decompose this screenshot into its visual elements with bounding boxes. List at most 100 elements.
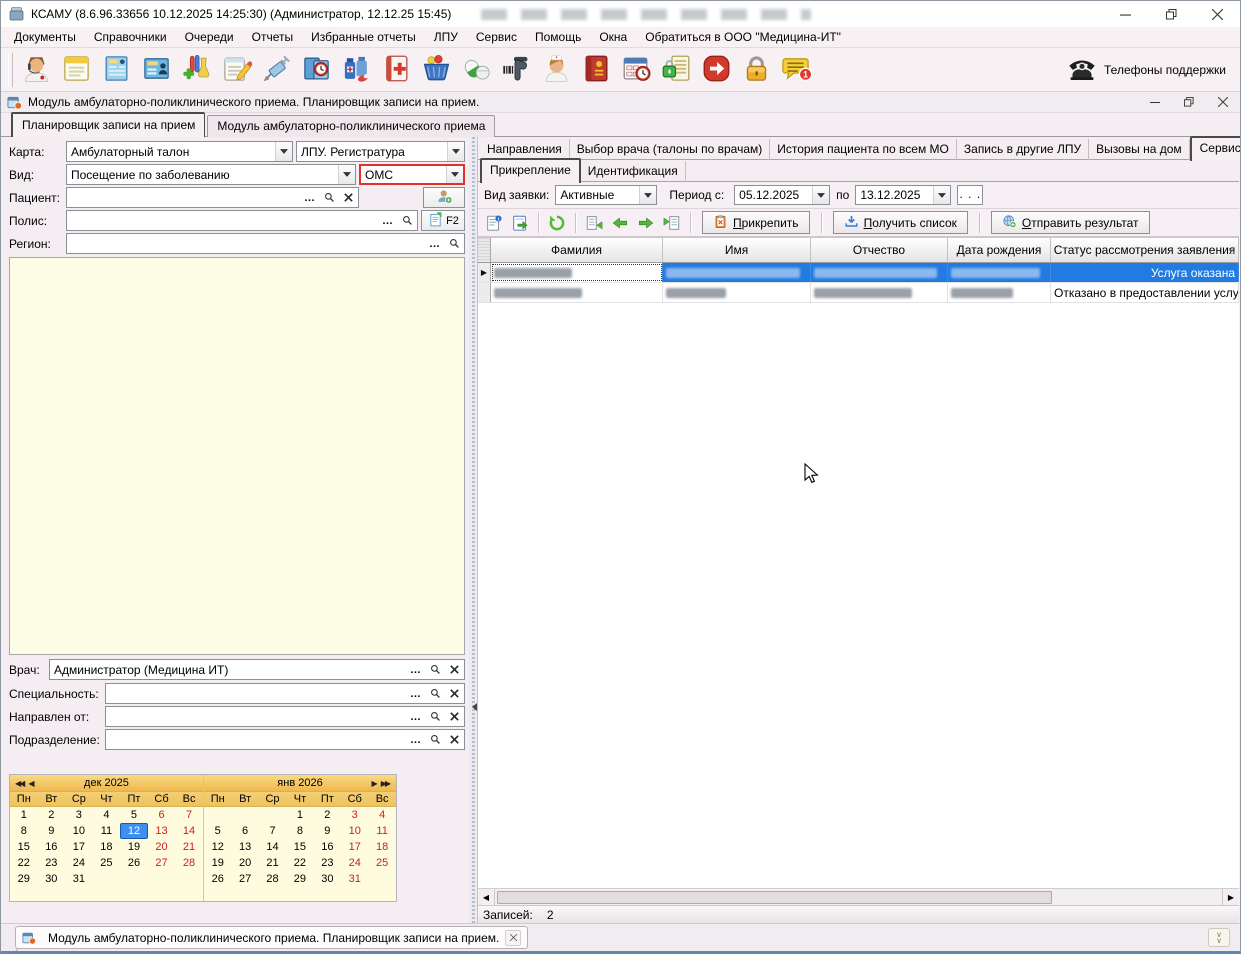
clear-icon[interactable]	[445, 661, 463, 678]
vaccination-button[interactable]	[256, 50, 296, 90]
support-chat-button[interactable]: 1	[776, 50, 816, 90]
exit-button[interactable]	[696, 50, 736, 90]
nurse-button[interactable]	[536, 50, 576, 90]
clear-icon[interactable]	[445, 685, 463, 702]
calendar-day[interactable]: 26	[120, 855, 148, 871]
patient-browse-button[interactable]: …	[301, 189, 319, 206]
specialty-input[interactable]: …	[105, 683, 465, 704]
calendar-day[interactable]: 8	[286, 823, 313, 839]
period-more-button[interactable]: . . .	[957, 185, 983, 205]
patient-card-button[interactable]	[96, 50, 136, 90]
menu-item-6[interactable]: ЛПУ	[425, 28, 467, 46]
chevron-down-icon[interactable]	[812, 186, 829, 204]
close-button[interactable]	[1194, 1, 1240, 27]
column-header-5[interactable]: Статус рассмотрения заявления△	[1051, 238, 1239, 262]
card-type-combobox[interactable]: Амбулаторный талон	[66, 141, 293, 162]
attach-button[interactable]: Прикрепить	[702, 211, 810, 234]
clear-icon[interactable]	[445, 731, 463, 748]
medicines-button[interactable]	[336, 50, 376, 90]
calendar-day[interactable]: 6	[148, 807, 176, 823]
calendar-day[interactable]: 23	[38, 855, 66, 871]
division-browse-button[interactable]: …	[407, 731, 425, 748]
main-tab-1[interactable]: Планировщик записи на прием	[11, 112, 205, 137]
protected-doc-button[interactable]	[656, 50, 696, 90]
toolbar-grip[interactable]	[8, 53, 13, 87]
prev-month-icon[interactable]: ◀	[28, 779, 34, 788]
scroll-right-icon[interactable]: ▶	[1222, 889, 1239, 905]
calendar-day[interactable]: 2	[38, 807, 66, 823]
calendar-day[interactable]: 31	[65, 871, 93, 887]
calendar-day[interactable]: 15	[286, 839, 313, 855]
table-row[interactable]: Отказано в предоставлении услуги	[478, 283, 1239, 303]
specialty-browse-button[interactable]: …	[407, 685, 425, 702]
request-type-combobox[interactable]: Активные	[555, 185, 657, 205]
next-year-icon[interactable]: ▶▶	[381, 779, 389, 788]
calendar-day[interactable]: 12	[120, 823, 148, 839]
menu-item-9[interactable]: Окна	[590, 28, 636, 46]
calendar-day[interactable]: 17	[341, 839, 368, 855]
scroll-left-icon[interactable]: ◀	[478, 889, 495, 905]
egisz-subtab-2[interactable]: Идентификация	[581, 161, 686, 182]
calendar-day[interactable]: 20	[148, 839, 176, 855]
menu-item-7[interactable]: Сервис	[467, 28, 526, 46]
notes-area[interactable]	[9, 257, 465, 655]
restore-button[interactable]	[1148, 1, 1194, 27]
main-tab-2[interactable]: Модуль амбулаторно-поликлинического прие…	[207, 115, 495, 137]
calendar-day[interactable]: 28	[259, 871, 286, 887]
calendar-day[interactable]: 30	[314, 871, 341, 887]
calendar-day[interactable]: 29	[10, 871, 38, 887]
chevron-down-icon[interactable]	[447, 142, 464, 161]
pane-splitter[interactable]	[469, 137, 477, 923]
taskbar-close-icon[interactable]	[505, 930, 521, 946]
calendar-day[interactable]: 29	[286, 871, 313, 887]
lpu-combobox[interactable]: ЛПУ. Регистратура	[296, 141, 465, 162]
search-icon[interactable]	[426, 661, 444, 678]
calendar-day[interactable]: 24	[65, 855, 93, 871]
calendar-day[interactable]: 31	[341, 871, 368, 887]
column-header-4[interactable]: Дата рождения	[948, 238, 1051, 262]
horizontal-scrollbar[interactable]: ◀ ▶	[478, 888, 1239, 905]
next-record-button[interactable]	[634, 211, 658, 234]
calendar-day[interactable]: 25	[368, 855, 395, 871]
calendar-day[interactable]: 22	[286, 855, 313, 871]
search-icon[interactable]	[320, 189, 338, 206]
calendar-day[interactable]: 28	[175, 855, 203, 871]
refresh-button[interactable]	[545, 211, 569, 234]
menu-item-4[interactable]: Отчеты	[243, 28, 302, 46]
calendar-day[interactable]: 13	[231, 839, 258, 855]
calendar-day[interactable]: 19	[120, 839, 148, 855]
add-patient-button[interactable]	[423, 187, 465, 208]
cell-ot[interactable]	[811, 263, 948, 282]
calendar-day[interactable]: 12	[204, 839, 231, 855]
calendar-day[interactable]: 21	[259, 855, 286, 871]
service-tab-2[interactable]: Выбор врача (талоны по врачам)	[570, 139, 770, 160]
cell-status[interactable]: Отказано в предоставлении услуги	[1051, 283, 1239, 302]
menu-item-3[interactable]: Очереди	[176, 28, 243, 46]
mdi-restore-button[interactable]	[1172, 92, 1206, 112]
patient-info-button[interactable]	[136, 50, 176, 90]
calendar-day[interactable]: 1	[10, 807, 38, 823]
red-book-button[interactable]	[576, 50, 616, 90]
doctor-browse-button[interactable]: …	[407, 661, 425, 678]
calendar-day[interactable]: 5	[120, 807, 148, 823]
date-from-picker[interactable]: 05.12.2025	[734, 185, 830, 205]
medical-book-button[interactable]	[376, 50, 416, 90]
chevron-down-icon[interactable]	[933, 186, 950, 204]
service-tab-4[interactable]: Запись в другие ЛПУ	[957, 139, 1089, 160]
cell-dob[interactable]	[948, 283, 1051, 302]
cell-im[interactable]	[663, 263, 811, 282]
calendar-day[interactable]: 16	[38, 839, 66, 855]
search-icon[interactable]	[426, 685, 444, 702]
send-result-button[interactable]: Отправить результат	[991, 211, 1150, 234]
calendar-day[interactable]: 20	[231, 855, 258, 871]
menu-item-5[interactable]: Избранные отчеты	[302, 28, 425, 46]
region-browse-button[interactable]: …	[426, 235, 444, 252]
scrollbar-thumb[interactable]	[497, 891, 1052, 904]
referred-browse-button[interactable]: …	[407, 708, 425, 725]
cell-dob[interactable]	[948, 263, 1051, 282]
service-tab-3[interactable]: История пациента по всем МО	[770, 139, 957, 160]
cell-ot[interactable]	[811, 283, 948, 302]
chevron-down-icon[interactable]	[338, 165, 355, 184]
timetable-button[interactable]	[616, 50, 656, 90]
policy-input[interactable]: …	[66, 210, 418, 231]
